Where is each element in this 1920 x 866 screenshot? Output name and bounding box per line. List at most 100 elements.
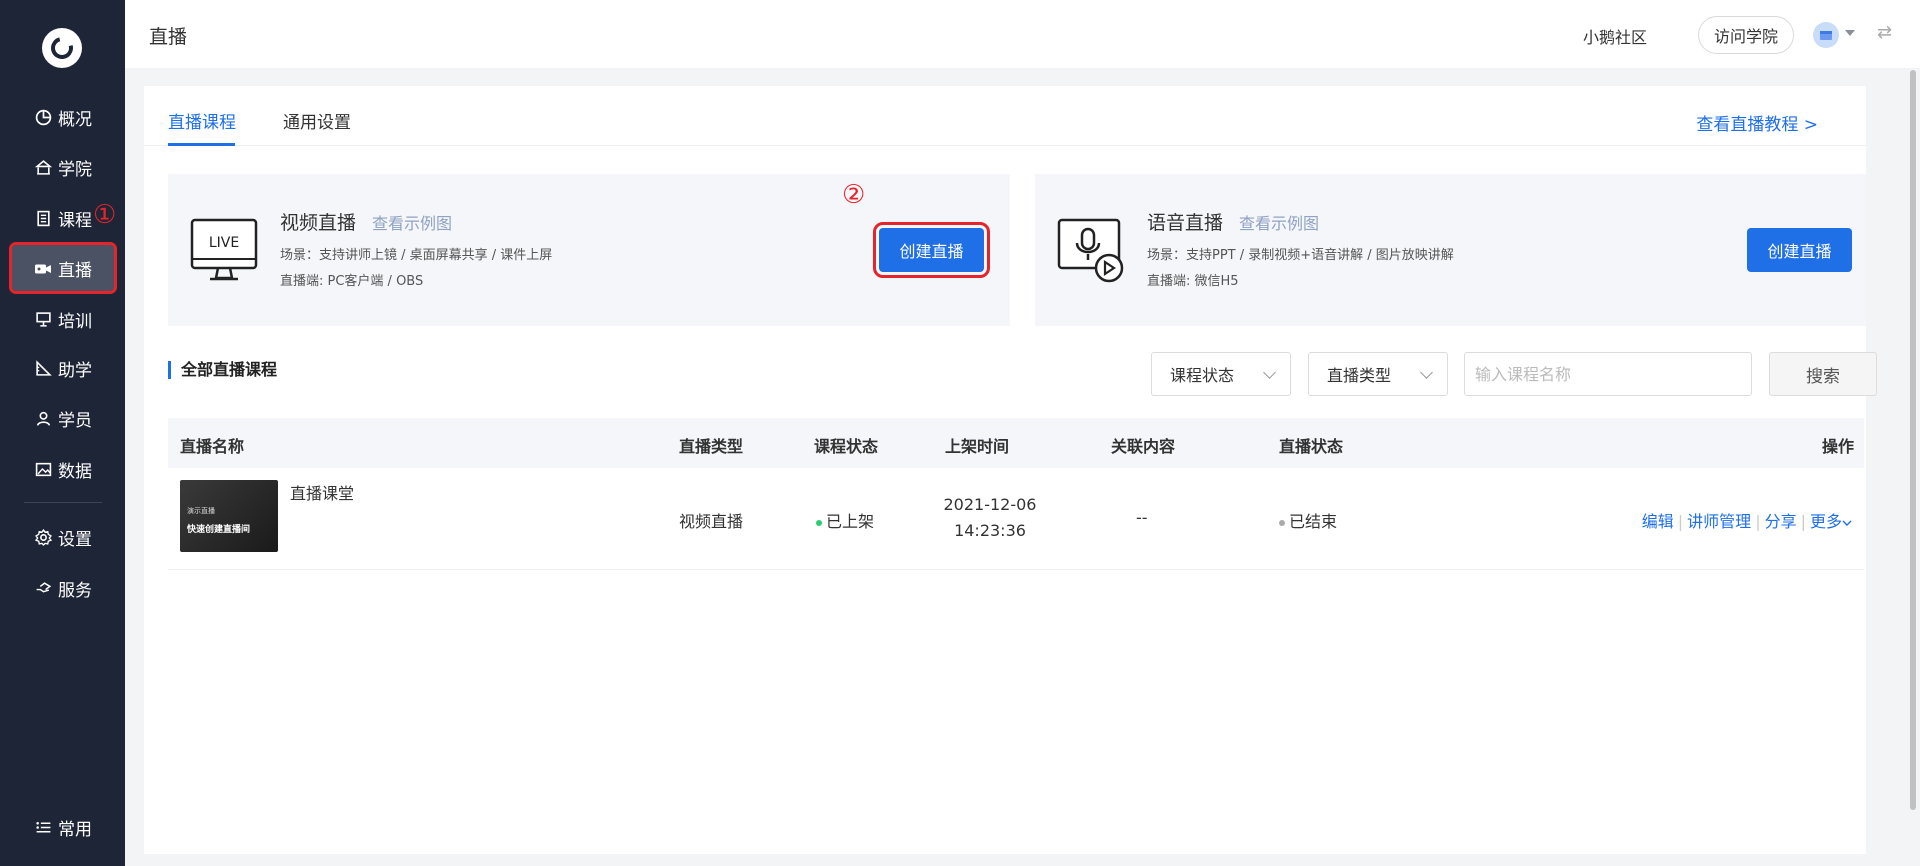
sidebar-item-label: 设置	[58, 529, 92, 550]
chevron-down-icon[interactable]	[1845, 30, 1855, 36]
audio-sample-link[interactable]: 查看示例图	[1239, 210, 1319, 234]
column-header: 直播名称	[180, 437, 245, 456]
main-panel: 直播课程 通用设置 查看直播教程 > LIVE 视频直播 查看示例图 场景：支持…	[144, 86, 1877, 854]
audio-scene-text: 场景：支持PPT / 录制视频+语音讲解 / 图片放映讲解	[1147, 248, 1454, 263]
tab-live-courses[interactable]: 直播课程	[168, 108, 236, 133]
sidebar-item-label: 数据	[58, 461, 92, 482]
video-client-text: 直播端: PC客户端 / OBS	[280, 274, 424, 289]
create-audio-live-button[interactable]: 创建直播	[1747, 228, 1852, 272]
share-link[interactable]: 分享	[1765, 512, 1797, 531]
gear-icon	[32, 526, 54, 548]
sidebar-item-label: 助学	[58, 360, 92, 381]
tab-bar: 直播课程 通用设置 查看直播教程 >	[144, 86, 1866, 146]
store-icon	[1820, 31, 1832, 40]
avatar[interactable]	[1813, 22, 1839, 48]
service-icon	[32, 577, 54, 599]
table-header: 直播名称 直播类型 课程状态 上架时间 关联内容 直播状态 操作	[168, 418, 1864, 468]
app-logo[interactable]	[42, 28, 82, 68]
sidebar-item-label: 培训	[58, 311, 92, 332]
course-name-search-input[interactable]	[1464, 352, 1752, 396]
column-header: 关联内容	[1111, 437, 1176, 456]
sidebar: 概况 学院 课程 直播 培训 助学 学员 数据 设置 服务 常用	[0, 0, 125, 866]
sidebar-item-overview[interactable]: 概况	[12, 94, 114, 140]
search-button[interactable]: 搜索	[1769, 352, 1877, 396]
chevron-down-icon	[1842, 520, 1852, 526]
sidebar-item-settings[interactable]: 设置	[12, 514, 114, 560]
section-title: 全部直播课程	[168, 361, 277, 379]
course-status-select[interactable]: 课程状态	[1151, 352, 1291, 396]
audio-live-card: 语音直播 查看示例图 场景：支持PPT / 录制视频+语音讲解 / 图片放映讲解…	[1035, 174, 1866, 326]
audio-live-title: 语音直播	[1147, 212, 1224, 234]
video-camera-icon	[32, 257, 54, 279]
action-separator: |	[1800, 512, 1806, 531]
video-live-card: LIVE 视频直播 查看示例图 场景：支持讲师上镜 / 桌面屏幕共享 / 课件上…	[168, 174, 1010, 326]
image-icon	[32, 458, 54, 480]
sidebar-item-label: 学员	[58, 410, 92, 431]
tab-active-indicator	[168, 143, 235, 146]
college-icon	[32, 156, 54, 178]
visit-college-button[interactable]: 访问学院	[1698, 16, 1794, 54]
sidebar-item-label: 课程	[58, 210, 92, 231]
document-icon	[32, 207, 54, 229]
sidebar-divider	[24, 502, 102, 503]
sidebar-item-service[interactable]: 服务	[12, 565, 114, 611]
listed-date: 2021-12-06	[943, 495, 1037, 514]
sidebar-item-college[interactable]: 学院	[12, 144, 114, 190]
live-type-select[interactable]: 直播类型	[1308, 352, 1448, 396]
more-label: 更多	[1809, 512, 1842, 531]
sidebar-item-live[interactable]: 直播	[9, 242, 117, 294]
sidebar-item-label: 服务	[58, 580, 92, 601]
live-tutorial-link[interactable]: 查看直播教程 >	[1696, 110, 1818, 135]
video-scene-text: 场景：支持讲师上镜 / 桌面屏幕共享 / 课件上屏	[280, 248, 553, 263]
pie-chart-icon	[32, 106, 54, 128]
page-title: 直播	[149, 26, 188, 48]
page-scrollbar[interactable]	[1910, 70, 1916, 810]
live-icon-text: LIVE	[209, 235, 239, 251]
sidebar-item-assist[interactable]: 助学	[12, 345, 114, 391]
list-icon	[32, 816, 54, 838]
sidebar-item-label: 学院	[58, 159, 92, 180]
listed-clock: 14:23:36	[954, 521, 1026, 540]
status-dot	[816, 519, 822, 526]
sidebar-item-training[interactable]: 培训	[12, 296, 114, 342]
audio-client-text: 直播端: 微信H5	[1147, 274, 1239, 289]
course-name[interactable]: 直播课堂	[290, 480, 354, 504]
sidebar-item-data[interactable]: 数据	[12, 446, 114, 492]
sidebar-item-label: 概况	[58, 109, 92, 130]
live-monitor-icon: LIVE	[190, 218, 258, 284]
related-content: --	[1136, 508, 1148, 527]
sidebar-item-students[interactable]: 学员	[12, 395, 114, 441]
course-thumbnail[interactable]: 演示直播 快速创建直播间	[180, 480, 278, 552]
row-actions: 编辑 | 讲师管理 | 分享 | 更多	[1642, 508, 1852, 532]
chevron-down-icon	[1420, 366, 1433, 379]
sidebar-item-label: 常用	[58, 819, 92, 840]
thumbnail-title: 快速创建直播间	[187, 525, 251, 535]
select-value: 直播类型	[1327, 366, 1392, 385]
live-status-text: 已结束	[1289, 512, 1338, 531]
select-value: 课程状态	[1170, 366, 1235, 385]
listed-time: 2021-12-06 14:23:36	[932, 492, 1048, 544]
training-icon	[32, 308, 54, 330]
logo-mark-icon	[46, 32, 78, 64]
edit-link[interactable]: 编辑	[1642, 512, 1674, 531]
step-annotation-2: ②	[842, 180, 866, 210]
sidebar-item-frequent[interactable]: 常用	[12, 804, 114, 850]
sidebar-item-label: 直播	[58, 260, 92, 281]
thumbnail-caption: 演示直播	[187, 507, 215, 515]
chevron-down-icon	[1263, 366, 1276, 379]
table-row: 演示直播 快速创建直播间 直播课堂 视频直播 已上架 2021-12-06 14…	[168, 468, 1864, 570]
video-sample-link[interactable]: 查看示例图	[372, 210, 452, 234]
column-header: 直播类型	[679, 437, 744, 456]
create-video-live-button[interactable]: 创建直播	[873, 222, 990, 278]
live-status: 已结束	[1279, 508, 1337, 532]
tab-general-settings[interactable]: 通用设置	[283, 108, 351, 133]
community-link[interactable]: 小鹅社区	[1583, 24, 1647, 48]
swap-icon[interactable]: ⇄	[1877, 22, 1892, 43]
more-dropdown[interactable]: 更多	[1810, 512, 1852, 531]
teacher-manage-link[interactable]: 讲师管理	[1687, 512, 1751, 531]
ruler-icon	[32, 357, 54, 379]
video-live-title: 视频直播	[280, 212, 357, 234]
column-header: 直播状态	[1279, 437, 1344, 456]
live-type: 视频直播	[679, 512, 744, 531]
course-status: 已上架	[816, 508, 874, 532]
